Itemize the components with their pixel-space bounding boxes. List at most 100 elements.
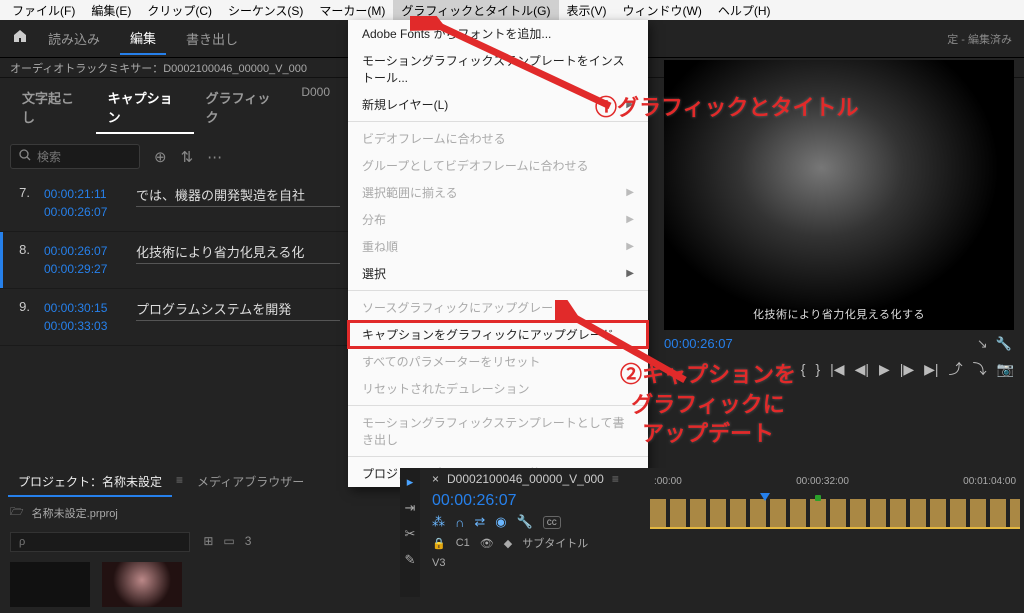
tab-captions[interactable]: キャプション — [96, 82, 194, 134]
timeline-ruler[interactable]: :00:00 00:00:32:00 00:01:04:00 — [650, 476, 1020, 487]
search-input[interactable] — [37, 150, 127, 164]
tab-export[interactable]: 書き出し — [176, 23, 248, 54]
bin-icon[interactable]: 🗁 — [10, 503, 24, 522]
caption-text[interactable]: では、機器の開発製造を自社 — [136, 185, 340, 207]
menu-sequence[interactable]: シーケンス(S) — [220, 0, 311, 21]
menu-separator — [348, 121, 648, 122]
menu-view[interactable]: 表示(V) — [559, 0, 615, 21]
tab-transcript[interactable]: 文字起こし — [10, 82, 96, 134]
caption-num: 8. — [10, 242, 30, 257]
panel-menu-icon[interactable]: ≡ — [612, 472, 619, 486]
caption-text[interactable]: プログラムシステムを開発 — [136, 299, 340, 321]
lift-icon[interactable]: ⤴ — [949, 359, 963, 379]
sequence-name[interactable]: D0002100046_00000_V_000 — [447, 472, 604, 486]
playhead-icon[interactable] — [760, 493, 770, 501]
timeline-panel: ▸ ⇥ ✂ ✎ × D0002100046_00000_V_000 ≡ 00:0… — [400, 468, 1024, 597]
list-view-icon[interactable]: ⊞ — [203, 534, 213, 548]
menu-item-install-mgtemplate[interactable]: モーショングラフィックステンプレートをインストール... — [348, 47, 648, 91]
menu-clip[interactable]: クリップ(C) — [139, 0, 220, 21]
magnet-icon[interactable]: ∩ — [455, 515, 464, 530]
ripple-tool-icon[interactable]: ✂ — [405, 526, 416, 542]
menu-file[interactable]: ファイル(F) — [4, 0, 83, 21]
project-thumb[interactable] — [102, 562, 182, 607]
menu-help[interactable]: ヘルプ(H) — [710, 0, 779, 21]
caption-more-icon[interactable]: ⋯ — [207, 148, 222, 166]
monitor-video[interactable]: 化技術により省力化見える化する — [664, 60, 1014, 330]
menu-item-fit-group: グループとしてビデオフレームに合わせる — [348, 152, 648, 179]
caption-out: 00:00:33:03 — [44, 317, 122, 335]
caption-search[interactable] — [10, 144, 140, 169]
snap-icon[interactable]: ⁂ — [432, 514, 445, 530]
monitor-timecode[interactable]: 00:00:26:07 — [654, 332, 743, 355]
menu-graphics-title[interactable]: グラフィックとタイトル(G) — [393, 0, 558, 21]
submenu-arrow-icon: ▶ — [626, 187, 634, 198]
marker-icon[interactable]: ◉ — [495, 514, 506, 530]
mark-in-icon[interactable]: { — [801, 361, 806, 377]
tab-edit[interactable]: 編集 — [120, 22, 166, 55]
menu-item-new-layer[interactable]: 新規レイヤー(L)▶ — [348, 91, 648, 118]
settings-icon[interactable]: 🔧 — [517, 514, 533, 530]
extract-icon[interactable]: ⤵ — [973, 359, 987, 379]
menu-item-select[interactable]: 選択▶ — [348, 260, 648, 287]
caption-row[interactable]: 7. 00:00:21:11 00:00:26:07 では、機器の開発製造を自社 — [0, 175, 350, 232]
panel-menu-icon[interactable]: ≡ — [172, 468, 187, 497]
caption-in: 00:00:26:07 — [44, 242, 122, 260]
tab-project[interactable]: プロジェクト：名称未設定 — [8, 468, 172, 497]
menu-marker[interactable]: マーカー(M) — [311, 0, 393, 21]
caption-row[interactable]: 8. 00:00:26:07 00:00:29:27 化技術により省力化見える化 — [0, 232, 350, 289]
track-select-tool-icon[interactable]: ⇥ — [405, 500, 416, 516]
go-prev-icon[interactable]: |◀ — [830, 361, 844, 378]
step-fwd-icon[interactable]: |▶ — [900, 361, 914, 378]
menu-item-reset-duration: リセットされたデュレーション — [348, 375, 648, 402]
export-frame-icon[interactable]: 📷 — [997, 361, 1014, 378]
caption-file-drop[interactable]: D000 — [291, 82, 340, 134]
sync-lock-icon[interactable]: ◆ — [504, 537, 512, 550]
project-thumb[interactable] — [10, 562, 90, 607]
caption-num: 7. — [10, 185, 30, 200]
playback-controls: { } |◀ ◀| ▶ |▶ ▶| ⤴ ⤵ 📷 — [654, 355, 1024, 383]
track-c1-label[interactable]: C1 — [456, 537, 470, 549]
timeline-toolbar: ▸ ⇥ ✂ ✎ — [400, 468, 420, 597]
ruler-tick: :00:00 — [654, 476, 682, 487]
marker-icon[interactable] — [815, 495, 821, 501]
submenu-arrow-icon: ▶ — [626, 214, 634, 225]
tab-media-browser[interactable]: メディアブラウザー — [187, 468, 314, 497]
caption-num: 9. — [10, 299, 30, 314]
caption-text[interactable]: 化技術により省力化見える化 — [136, 242, 340, 264]
caption-in: 00:00:21:11 — [44, 185, 122, 203]
track-v3-label[interactable]: V3 — [432, 557, 445, 569]
tab-graphics[interactable]: グラフィック — [194, 82, 292, 134]
go-next-icon[interactable]: ▶| — [924, 361, 938, 378]
toggle-output-icon[interactable]: 👁 — [480, 537, 494, 550]
menu-window[interactable]: ウィンドウ(W) — [615, 0, 710, 21]
program-monitor: 化技術により省力化見える化する 00:00:26:07 ↘ 🔧 { } |◀ ◀… — [654, 58, 1024, 383]
linked-selection-icon[interactable]: ⇄ — [474, 514, 485, 530]
captions-panel: 文字起こし キャプション グラフィック D000 ⊕ ⇅ ⋯ 7. 00:00:… — [0, 78, 350, 346]
ruler-tick: 00:01:04:00 — [963, 476, 1016, 487]
split-caption-icon[interactable]: ⇅ — [181, 148, 194, 166]
freeform-icon[interactable]: ▭ — [223, 534, 234, 548]
play-icon[interactable]: ▶ — [879, 361, 890, 378]
pen-tool-icon[interactable]: ✎ — [405, 552, 416, 568]
cc-icon[interactable]: cc — [543, 516, 561, 529]
home-icon[interactable] — [12, 28, 28, 49]
monitor-settings-icon[interactable]: ↘ — [977, 336, 988, 352]
timeline-clips[interactable] — [650, 499, 1020, 529]
mark-out-icon[interactable]: } — [815, 361, 820, 377]
lock-icon[interactable]: 🔒 — [432, 537, 446, 550]
menu-item-arrange: 重ね順▶ — [348, 233, 648, 260]
monitor-wrench-icon[interactable]: 🔧 — [996, 336, 1012, 352]
menu-item-distribute: 分布▶ — [348, 206, 648, 233]
close-icon[interactable]: × — [432, 472, 439, 486]
tab-import[interactable]: 読み込み — [38, 23, 110, 54]
search-icon — [19, 149, 31, 164]
project-search-input[interactable] — [10, 532, 190, 552]
add-caption-icon[interactable]: ⊕ — [154, 148, 167, 166]
menu-separator — [348, 405, 648, 406]
step-back-icon[interactable]: ◀| — [855, 361, 869, 378]
menu-item-upgrade-caption-to-graphic[interactable]: キャプションをグラフィックにアップグレード — [348, 321, 648, 348]
selection-tool-icon[interactable]: ▸ — [407, 474, 414, 490]
caption-row[interactable]: 9. 00:00:30:15 00:00:33:03 プログラムシステムを開発 — [0, 289, 350, 346]
menu-item-adobe-fonts[interactable]: Adobe Fonts からフォントを追加... — [348, 20, 648, 47]
menu-edit[interactable]: 編集(E) — [83, 0, 139, 21]
